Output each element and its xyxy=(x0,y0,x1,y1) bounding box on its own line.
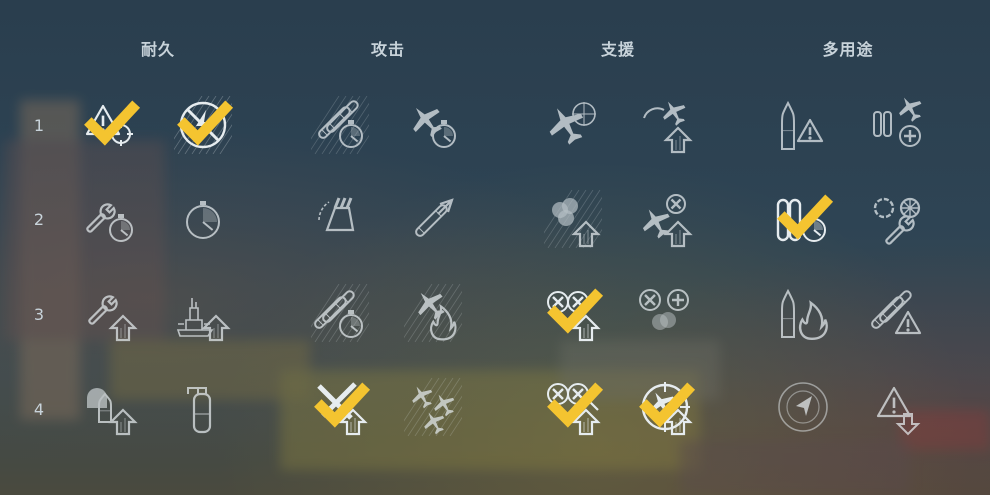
radar-compass-skill-button[interactable] xyxy=(774,378,832,436)
plane-fire-skill-button[interactable] xyxy=(404,284,462,342)
extinguisher-icon xyxy=(187,387,212,434)
aa-burst-icon xyxy=(404,378,462,436)
wrench-timer-skill-button[interactable] xyxy=(81,190,139,248)
radar-compass-icon xyxy=(778,382,828,432)
shell-warning-skill-button[interactable] xyxy=(774,96,832,154)
plane-crosshair-icon xyxy=(549,102,596,145)
aa-bursts-upgrade-skill-button[interactable] xyxy=(544,284,604,342)
warning-crosshair-skill-button[interactable] xyxy=(81,96,141,154)
torpedo-speed-skill-button[interactable] xyxy=(404,190,462,248)
turret-traverse-skill-button[interactable] xyxy=(311,190,369,248)
warning-down-skill-button[interactable] xyxy=(868,378,926,436)
battleship-upgrade-icon xyxy=(176,298,231,342)
plane-crosshair-skill-button[interactable] xyxy=(544,96,602,154)
wheels-wrench-icon xyxy=(873,197,921,245)
checkmark-icon xyxy=(547,382,604,428)
shell-fire-icon xyxy=(781,288,828,341)
battleship-upgrade-skill-button[interactable] xyxy=(174,284,232,342)
plane-crosshair-upgrade-skill-button[interactable] xyxy=(636,378,696,436)
extinguisher-skill-button[interactable] xyxy=(174,378,232,436)
checkmark-icon xyxy=(547,288,604,334)
wrench-upgrade-skill-button[interactable] xyxy=(81,284,139,342)
row-number: 1 xyxy=(33,116,45,135)
stopwatch-skill-button[interactable] xyxy=(174,190,232,248)
smoke-upgrade-skill-button[interactable] xyxy=(544,190,602,248)
row-number: 3 xyxy=(33,305,45,324)
category-title-support: 支援 xyxy=(600,40,635,59)
aa-plane-upgrade-skill-button[interactable] xyxy=(636,190,694,248)
plane-timer-skill-button[interactable] xyxy=(404,96,462,154)
aa-plus-smoke-icon xyxy=(639,289,689,330)
aa-burst-skill-button[interactable] xyxy=(404,378,462,436)
stopwatch-icon xyxy=(186,201,220,239)
category-title-versatility: 多用途 xyxy=(822,40,874,59)
plane-timer-icon xyxy=(413,108,456,148)
plane-fire-icon xyxy=(404,284,462,342)
aa-plane-upgrade-icon xyxy=(642,194,693,248)
checkmark-icon xyxy=(639,382,696,428)
torpedo-timer-icon xyxy=(311,96,369,154)
checkmark-icon xyxy=(177,100,234,146)
crossed-guns-upgrade-skill-button[interactable] xyxy=(311,378,371,436)
warning-down-icon xyxy=(876,386,921,436)
skill-tree: 耐久 攻击 支援 多用途 1 2 3 4 xyxy=(0,0,990,495)
row-number: 4 xyxy=(33,400,45,419)
aa-bursts-double-upgrade-skill-button[interactable] xyxy=(544,378,604,436)
shell-fire-skill-button[interactable] xyxy=(774,284,832,342)
plane-reload-upgrade-icon xyxy=(643,101,693,154)
shell-warning-icon xyxy=(781,100,824,150)
category-title-endurance: 耐久 xyxy=(140,40,175,59)
torpedo-warning-skill-button[interactable] xyxy=(868,284,926,342)
aa-plus-smoke-skill-button[interactable] xyxy=(636,284,694,342)
shells-upgrade-icon xyxy=(87,388,138,436)
wheels-wrench-skill-button[interactable] xyxy=(868,190,926,248)
bomb-plane-plus-icon xyxy=(873,97,922,147)
bomb-plane-plus-skill-button[interactable] xyxy=(868,96,926,154)
turret-traverse-icon xyxy=(318,197,355,232)
checkmark-icon xyxy=(84,100,141,146)
no-fire-circle-skill-button[interactable] xyxy=(174,96,234,154)
torpedo-reload-skill-button[interactable] xyxy=(311,284,369,342)
wrench-upgrade-icon xyxy=(88,295,138,342)
shells-upgrade-skill-button[interactable] xyxy=(81,378,139,436)
shells-timer-skill-button[interactable] xyxy=(774,190,834,248)
checkmark-icon xyxy=(777,194,834,240)
torpedo-warning-icon xyxy=(871,290,922,335)
category-title-attack: 攻击 xyxy=(370,40,405,59)
row-number: 2 xyxy=(33,210,45,229)
torpedo-speed-icon xyxy=(415,198,454,237)
smoke-upgrade-icon xyxy=(544,190,602,248)
plane-reload-upgrade-skill-button[interactable] xyxy=(636,96,694,154)
wrench-timer-icon xyxy=(86,203,133,242)
torpedo-timer-skill-button[interactable] xyxy=(311,96,369,154)
checkmark-icon xyxy=(314,382,371,428)
torpedo-reload-icon xyxy=(311,284,369,342)
